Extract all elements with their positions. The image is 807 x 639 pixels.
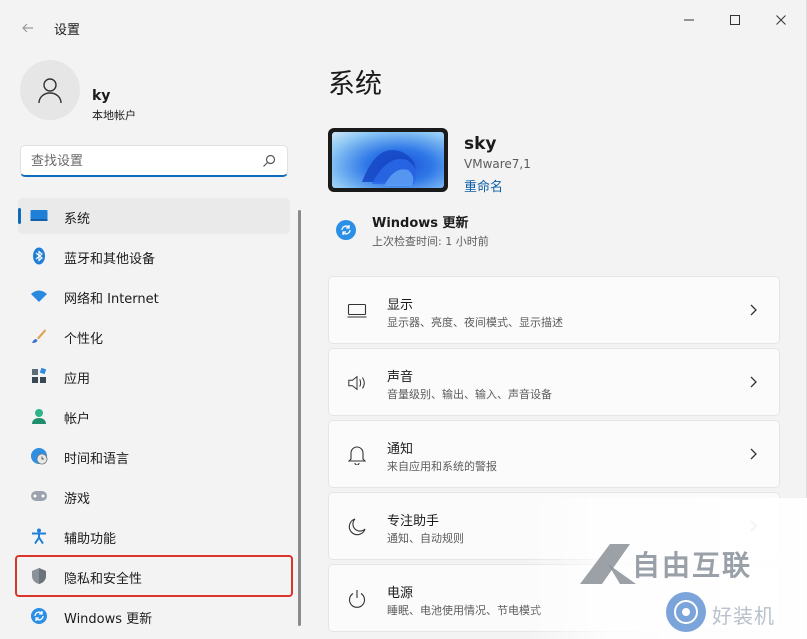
clock-globe-icon bbox=[30, 447, 48, 465]
sidebar-item-windows-update[interactable]: Windows 更新 bbox=[18, 598, 290, 634]
watermark-x-icon bbox=[580, 544, 636, 584]
wifi-icon bbox=[30, 287, 48, 305]
person-avatar-icon bbox=[38, 78, 62, 104]
chevron-right-icon bbox=[750, 304, 757, 316]
sidebar-item-apps[interactable]: 应用 bbox=[18, 358, 290, 394]
sidebar-item-label: Windows 更新 bbox=[64, 612, 153, 627]
sidebar-item-label: 个性化 bbox=[64, 332, 104, 347]
card-subtitle: 音量级别、输出、输入、声音设备 bbox=[387, 388, 552, 401]
device-name: sky bbox=[464, 134, 497, 154]
speaker-icon bbox=[347, 373, 367, 393]
card-subtitle: 睡眠、电池使用情况、节电模式 bbox=[387, 604, 541, 617]
sidebar-item-bluetooth[interactable]: 蓝牙和其他设备 bbox=[18, 238, 290, 274]
user-name: ky bbox=[92, 88, 111, 104]
back-button[interactable] bbox=[14, 14, 42, 42]
maximize-icon bbox=[730, 15, 740, 25]
card-subtitle: 显示器、亮度、夜间模式、显示描述 bbox=[387, 316, 563, 329]
page-title: 系统 bbox=[328, 69, 382, 100]
rename-link[interactable]: 重命名 bbox=[464, 176, 503, 195]
minimize-icon bbox=[684, 19, 694, 21]
card-title: 专注助手 bbox=[387, 514, 440, 529]
sidebar-item-accessibility[interactable]: 辅助功能 bbox=[18, 518, 290, 554]
sidebar-item-label: 游戏 bbox=[64, 492, 91, 507]
device-info: sky VMware7,1 重命名 bbox=[328, 128, 768, 195]
shield-icon bbox=[30, 567, 48, 585]
maximize-button[interactable] bbox=[712, 6, 758, 34]
monitor-icon bbox=[30, 207, 48, 225]
sidebar-item-gaming[interactable]: 游戏 bbox=[18, 478, 290, 514]
wallpaper-preview bbox=[332, 132, 444, 188]
sidebar-item-label: 应用 bbox=[64, 372, 91, 387]
card-title: 显示 bbox=[387, 298, 414, 313]
sidebar-scrollbar[interactable] bbox=[298, 210, 301, 626]
bluetooth-icon bbox=[30, 247, 48, 265]
search-input[interactable] bbox=[31, 151, 251, 171]
watermark-secondary-text: 好装机 bbox=[712, 604, 775, 628]
card-notifications[interactable]: 通知 来自应用和系统的警报 bbox=[328, 420, 780, 488]
watermark-secondary: 好装机 bbox=[666, 592, 806, 636]
chevron-right-icon bbox=[750, 520, 757, 532]
display-icon bbox=[347, 301, 367, 321]
sidebar-nav: 系统 蓝牙和其他设备 网络和 Internet 个性化 应用 帐户 时间和语言 … bbox=[15, 198, 293, 638]
back-arrow-icon bbox=[22, 23, 33, 33]
watermark-logo: 自由互联 bbox=[580, 540, 770, 588]
sidebar-item-network[interactable]: 网络和 Internet bbox=[18, 278, 290, 314]
card-display[interactable]: 显示 显示器、亮度、夜间模式、显示描述 bbox=[328, 276, 780, 344]
search-icon bbox=[263, 154, 276, 167]
sidebar: ky 本地帐户 系统 蓝牙和其他设备 bbox=[0, 48, 300, 639]
card-subtitle: 来自应用和系统的警报 bbox=[387, 460, 497, 473]
brush-icon bbox=[30, 327, 48, 345]
sidebar-item-label: 系统 bbox=[64, 212, 91, 227]
sidebar-item-label: 帐户 bbox=[64, 412, 91, 427]
update-title: Windows 更新 bbox=[372, 216, 469, 231]
apps-icon bbox=[30, 367, 48, 385]
card-title: 声音 bbox=[387, 370, 414, 385]
windows-update-status[interactable]: Windows 更新 上次检查时间: 1 小时前 bbox=[328, 208, 768, 252]
watermark-main-text: 自由互联 bbox=[632, 549, 753, 582]
sidebar-item-label: 辅助功能 bbox=[64, 532, 117, 547]
watermark-circle-icon bbox=[666, 592, 706, 632]
card-subtitle: 通知、自动规则 bbox=[387, 532, 464, 545]
sidebar-item-label: 网络和 Internet bbox=[64, 292, 159, 307]
user-profile[interactable]: ky 本地帐户 bbox=[20, 60, 290, 122]
sidebar-item-label: 隐私和安全性 bbox=[64, 572, 143, 587]
sidebar-item-privacy-security[interactable]: 隐私和安全性 bbox=[15, 555, 293, 597]
account-type: 本地帐户 bbox=[92, 109, 136, 122]
sidebar-item-label: 时间和语言 bbox=[64, 452, 130, 467]
search-box[interactable] bbox=[20, 145, 288, 177]
title-bar: 设置 bbox=[0, 0, 807, 48]
update-icon bbox=[30, 607, 48, 625]
card-title: 电源 bbox=[387, 586, 414, 601]
device-thumbnail bbox=[328, 128, 448, 192]
sidebar-item-label: 蓝牙和其他设备 bbox=[64, 252, 156, 267]
app-title: 设置 bbox=[54, 23, 81, 38]
avatar[interactable] bbox=[20, 60, 80, 120]
sidebar-item-personalization[interactable]: 个性化 bbox=[18, 318, 290, 354]
settings-window: 设置 ky 本地帐户 查找设置 系统 蓝牙和其他设备 网络和 Internet … bbox=[0, 0, 807, 639]
accessibility-icon bbox=[30, 527, 48, 545]
chevron-right-icon bbox=[750, 448, 757, 460]
update-subtitle: 上次检查时间: 1 小时前 bbox=[372, 235, 489, 248]
minimize-button[interactable] bbox=[666, 6, 712, 34]
person-icon bbox=[30, 407, 48, 425]
close-button[interactable] bbox=[758, 6, 804, 34]
bell-icon bbox=[347, 445, 367, 465]
device-model: VMware7,1 bbox=[464, 157, 531, 171]
card-title: 通知 bbox=[387, 442, 414, 457]
power-icon bbox=[347, 589, 367, 609]
moon-icon bbox=[347, 517, 367, 537]
sidebar-item-accounts[interactable]: 帐户 bbox=[18, 398, 290, 434]
update-icon bbox=[336, 220, 356, 240]
close-icon bbox=[776, 15, 786, 25]
sidebar-item-system[interactable]: 系统 bbox=[18, 198, 290, 234]
sidebar-item-time-language[interactable]: 时间和语言 bbox=[18, 438, 290, 474]
chevron-right-icon bbox=[750, 376, 757, 388]
gamepad-icon bbox=[30, 487, 48, 505]
card-sound[interactable]: 声音 音量级别、输出、输入、声音设备 bbox=[328, 348, 780, 416]
